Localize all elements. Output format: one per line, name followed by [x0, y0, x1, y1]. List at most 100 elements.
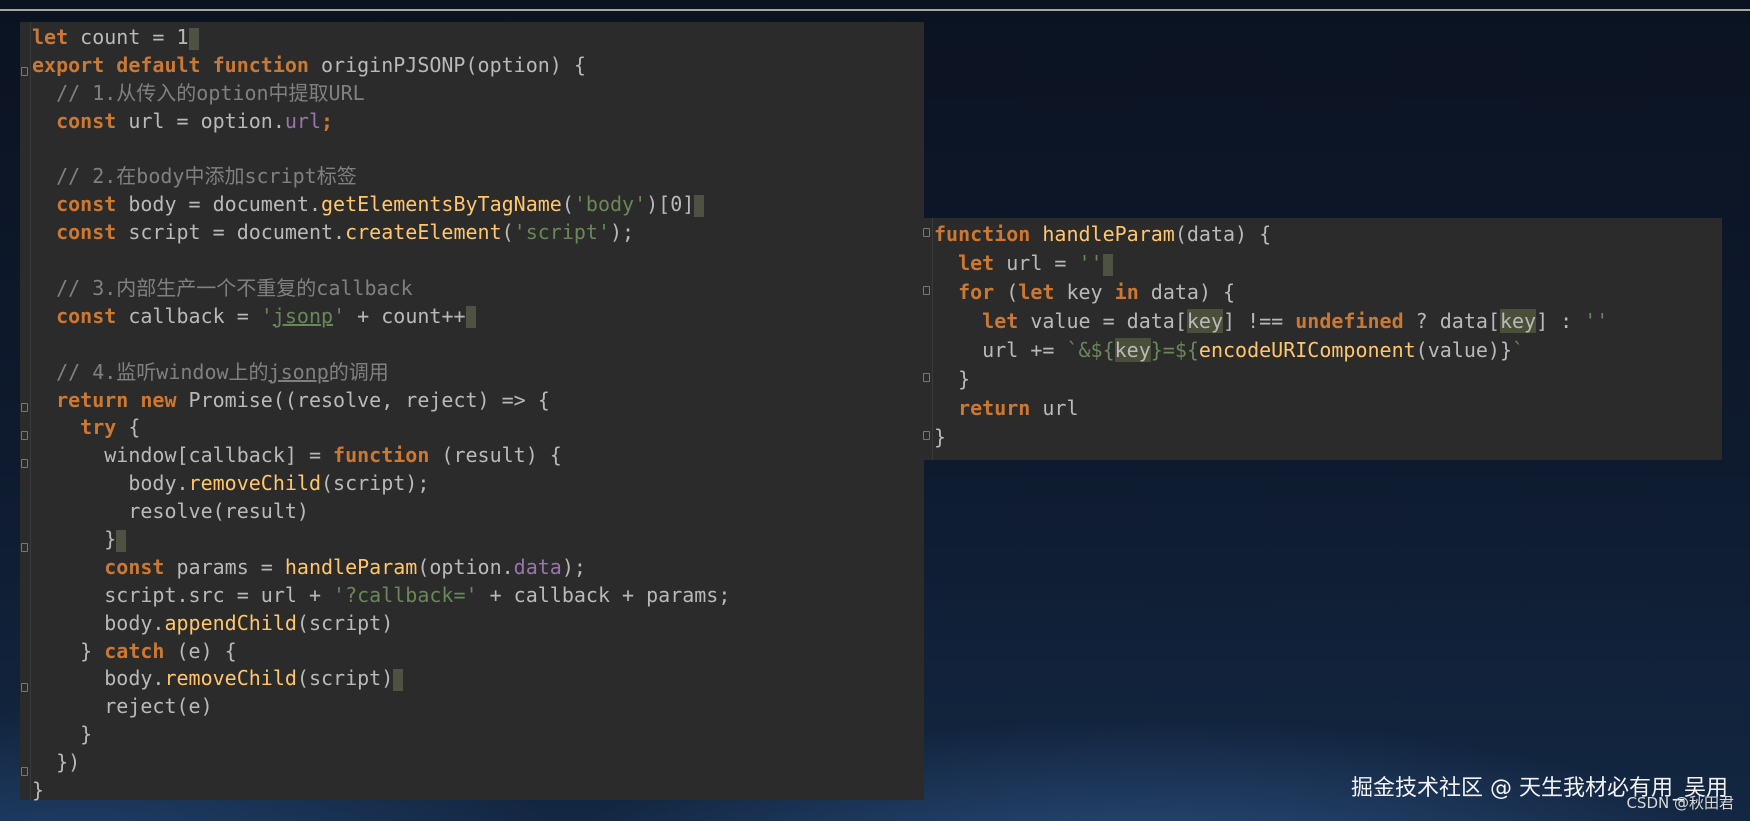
code-token: body. [32, 666, 165, 691]
code-line: try { [32, 414, 924, 442]
code-token: url [284, 108, 321, 133]
code-line: const script = document.createElement('s… [32, 219, 924, 247]
code-token: + callback + params; [477, 582, 731, 607]
code-line: return new Promise((resolve, reject) => … [32, 387, 924, 415]
code-token: { [116, 415, 141, 440]
code-text-right[interactable]: function handleParam(data) { let url = '… [934, 220, 1722, 452]
code-token: window[callback] = [32, 443, 334, 468]
code-token: return new [32, 387, 177, 412]
top-divider-line [0, 9, 1750, 11]
code-token: ); [610, 220, 635, 245]
code-line: } [934, 425, 947, 449]
fold-marker-icon[interactable] [21, 683, 28, 692]
code-token: return [934, 396, 1031, 420]
code-token: ( [994, 280, 1019, 304]
code-token: params = [164, 554, 285, 579]
code-token: const [32, 554, 165, 579]
code-token: }=${ [1150, 338, 1199, 362]
code-token: const [32, 220, 117, 245]
code-line: url += `&${key}=${encodeURIComponent(val… [934, 336, 1722, 365]
code-line: const callback = 'jsonp' + count++ [32, 303, 924, 331]
fold-marker-icon[interactable] [923, 286, 930, 295]
code-token: ( [501, 220, 514, 245]
code-token: script = document. [116, 220, 346, 245]
fold-marker-icon[interactable] [21, 767, 28, 776]
code-comment: // 4.监听window上的jsonp的调用 [32, 359, 924, 387]
code-line: const body = document.getElementsByTagNa… [32, 191, 924, 219]
code-token: try [32, 415, 117, 440]
editor-gutter [20, 22, 31, 800]
code-line: const params = handleParam(option.data); [32, 554, 924, 582]
code-line: body.removeChild(script); [32, 470, 924, 498]
code-token: } [32, 638, 105, 663]
code-token: callback = [116, 303, 261, 328]
code-token: 'body' [573, 192, 647, 217]
text-cursor [393, 668, 404, 691]
code-token: // 4.监听window上的 [32, 359, 269, 384]
code-token: in [1114, 280, 1139, 304]
code-token: count = [68, 25, 177, 49]
fold-marker-icon[interactable] [923, 431, 930, 440]
code-token: )[0] [646, 192, 695, 217]
code-token: (option. [417, 554, 514, 579]
code-token: ); [561, 554, 586, 579]
code-token: '' [1584, 309, 1609, 333]
code-token: function [934, 222, 1031, 246]
code-panel-handleParam[interactable]: function handleParam(data) { let url = '… [922, 218, 1722, 460]
code-comment: // 2.在body中添加script标签 [32, 164, 357, 189]
code-token: const [32, 108, 117, 133]
code-line: reject(e) [32, 694, 213, 719]
code-line: script.src = url + '?callback=' + callba… [32, 582, 924, 610]
watermark-csdn: CSDN @秋田君 [1626, 794, 1734, 812]
code-comment: // 1.从传入的option中提取URL [32, 80, 365, 105]
code-panel-originPJSONP[interactable]: let count = 1 export default function or… [20, 22, 924, 802]
fold-marker-icon[interactable] [21, 543, 28, 552]
code-token: let [1018, 280, 1055, 304]
code-line: for (let key in data) { [934, 278, 1722, 307]
code-token: key [1054, 280, 1115, 304]
code-token: (value)} [1415, 338, 1512, 362]
code-line: resolve(result) [32, 499, 309, 524]
code-token: (data) { [1174, 222, 1272, 246]
code-token: originPJSONP [320, 52, 466, 77]
code-token: (script) [296, 666, 394, 691]
code-token: url [1030, 396, 1079, 420]
fold-marker-icon[interactable] [923, 228, 930, 237]
text-cursor [465, 306, 476, 329]
code-line: }) [32, 750, 81, 775]
code-token: `&${ [1066, 338, 1115, 362]
text-cursor [116, 529, 127, 552]
code-line: } [934, 367, 971, 391]
code-token: 1 [176, 25, 189, 49]
code-token: body. [32, 610, 165, 635]
code-token: createElement [345, 220, 502, 245]
code-token: let [934, 251, 995, 275]
code-token: data) { [1138, 280, 1236, 304]
code-line: let count = 1 [32, 24, 924, 52]
code-token: (option) { [465, 52, 586, 77]
fold-marker-icon[interactable] [923, 373, 930, 382]
code-token: undefined [1295, 309, 1404, 333]
code-token: body. [32, 471, 189, 496]
code-token: 'script' [513, 220, 610, 245]
fold-marker-icon[interactable] [21, 431, 28, 440]
code-token: script.src = url + [32, 582, 334, 607]
code-line: let value = data[key] !== undefined ? da… [934, 307, 1722, 336]
code-token: ] !== [1223, 309, 1296, 333]
text-cursor [694, 194, 705, 217]
code-line: let url = '' [934, 249, 1722, 278]
code-token: jsonp [268, 359, 329, 384]
code-token: data [513, 554, 562, 579]
fold-marker-icon[interactable] [21, 459, 28, 468]
code-token: const [32, 303, 117, 328]
code-line: } [32, 722, 93, 747]
code-token: key [1114, 338, 1151, 362]
code-token: ; [321, 108, 334, 133]
code-text-left[interactable]: let count = 1 export default function or… [32, 24, 924, 805]
code-token: ] : [1536, 309, 1585, 333]
fold-marker-icon[interactable] [21, 403, 28, 412]
code-token: url += [934, 338, 1067, 362]
code-line: } [32, 526, 924, 554]
fold-marker-icon[interactable] [21, 67, 28, 76]
